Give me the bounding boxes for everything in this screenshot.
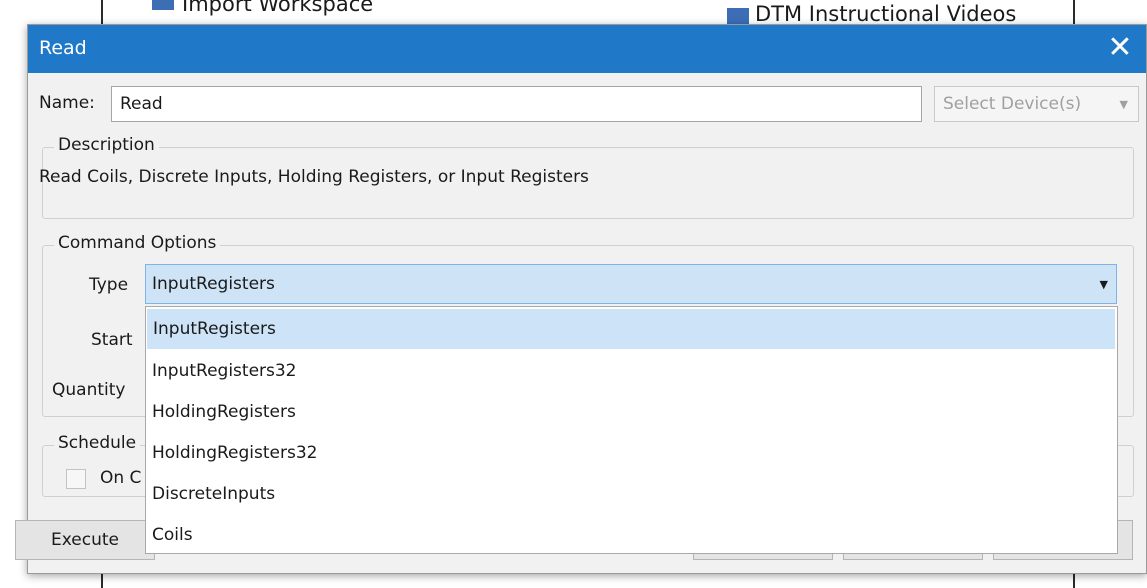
import-workspace-item[interactable]: Import Workspace <box>182 0 373 16</box>
background-divider <box>1073 572 1075 588</box>
type-select-value: InputRegisters <box>152 274 275 294</box>
chevron-down-icon: ▼ <box>1099 278 1108 291</box>
close-icon[interactable]: ✕ <box>1104 31 1136 65</box>
background-divider <box>1073 0 1075 24</box>
video-icon <box>727 8 749 24</box>
description-text: Read Coils, Discrete Inputs, Holding Reg… <box>39 167 589 187</box>
type-option-coils[interactable]: Coils <box>146 515 1117 555</box>
dialog-title: Read <box>39 37 87 59</box>
on-change-checkbox[interactable] <box>66 469 86 489</box>
type-option-inputregisters32[interactable]: InputRegisters32 <box>146 351 1117 391</box>
type-label: Type <box>89 275 129 295</box>
name-input[interactable]: Read <box>111 86 922 122</box>
quantity-label: Quantity <box>52 380 126 400</box>
dialog-titlebar: Read ✕ <box>28 25 1146 73</box>
select-devices-placeholder: Select Device(s) <box>943 94 1082 114</box>
chevron-down-icon: ▼ <box>1119 98 1128 111</box>
type-option-discreteinputs[interactable]: DiscreteInputs <box>146 474 1117 514</box>
type-option-holdingregisters32[interactable]: HoldingRegisters32 <box>146 433 1117 473</box>
type-option-holdingregisters[interactable]: HoldingRegisters <box>146 392 1117 432</box>
background-divider <box>101 572 103 588</box>
schedule-title: Schedule <box>54 433 141 453</box>
execute-button[interactable]: Execute <box>15 520 155 560</box>
name-label: Name: <box>39 93 95 113</box>
type-dropdown-list: InputRegisters InputRegisters32 HoldingR… <box>145 306 1118 554</box>
start-label: Start <box>91 330 133 350</box>
command-options-title: Command Options <box>54 233 221 253</box>
background-divider <box>101 0 103 24</box>
description-title: Description <box>54 135 159 155</box>
type-option-inputregisters[interactable]: InputRegisters <box>147 309 1115 349</box>
type-select[interactable]: InputRegisters ▼ <box>145 264 1117 304</box>
import-workspace-icon <box>152 0 174 10</box>
on-change-label: On C <box>100 468 142 488</box>
select-devices-dropdown: Select Device(s) ▼ <box>934 86 1139 122</box>
dtm-instructional-videos-item[interactable]: DTM Instructional Videos <box>755 2 1016 26</box>
